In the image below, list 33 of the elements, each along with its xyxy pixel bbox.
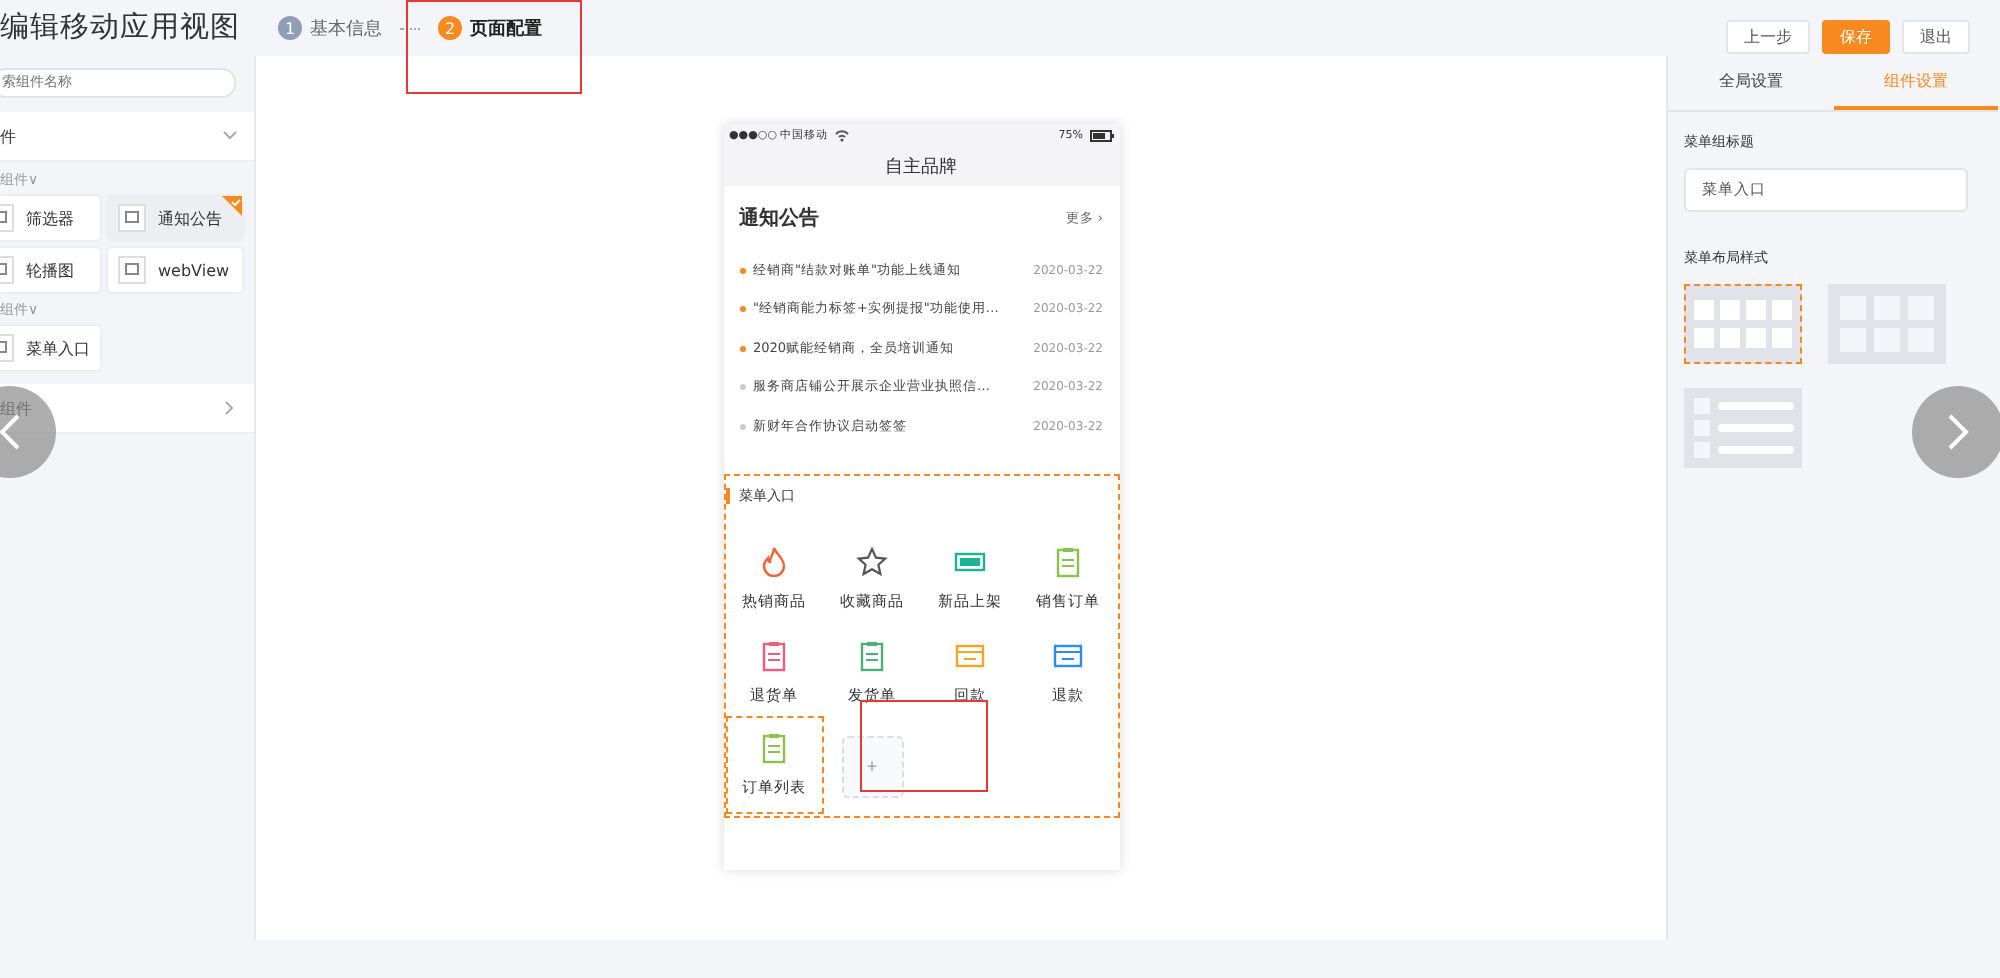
grid-layout-option[interactable] [1684,284,1802,364]
step-label[interactable]: 基本信息 [310,15,382,41]
component-item[interactable]: 轮播图 [0,248,100,292]
step-label[interactable]: 页面配置 [470,15,542,41]
document-icon [856,639,888,672]
document-icon [758,639,790,672]
flame-icon [758,545,790,578]
component-icon [118,204,146,232]
wifi-icon [834,129,851,142]
settings-tab[interactable]: 全局设置 [1668,56,1833,106]
app-title: 自主品牌 [723,147,1119,187]
card-icon [954,639,986,672]
component-item[interactable]: 筛选器 [0,196,100,240]
step-connector [400,27,420,29]
notice-heading: 通知公告 [739,205,819,233]
clipboard-icon [758,731,790,764]
page-title: 编辑移动应用视图 [0,9,242,48]
chevron-right-icon [1946,412,1970,452]
selected-corner-icon [222,196,242,216]
star-icon [856,545,888,578]
battery-icon [1089,129,1113,142]
clipboard-icon [1052,545,1084,578]
component-item[interactable]: 菜单入口 [0,326,100,370]
component-item[interactable]: 通知公告 [108,196,242,240]
component-item[interactable]: webView [108,248,242,292]
header-button[interactable]: 上一步 [1726,19,1810,53]
list-layout-option[interactable] [1684,388,1802,468]
highlight-frame [860,700,988,792]
card-icon [1052,639,1084,672]
section-header[interactable]: 件 [0,112,254,162]
header-button[interactable]: 退出 [1902,19,1970,53]
chevron-left-icon [0,412,22,452]
component-icon [118,256,146,284]
